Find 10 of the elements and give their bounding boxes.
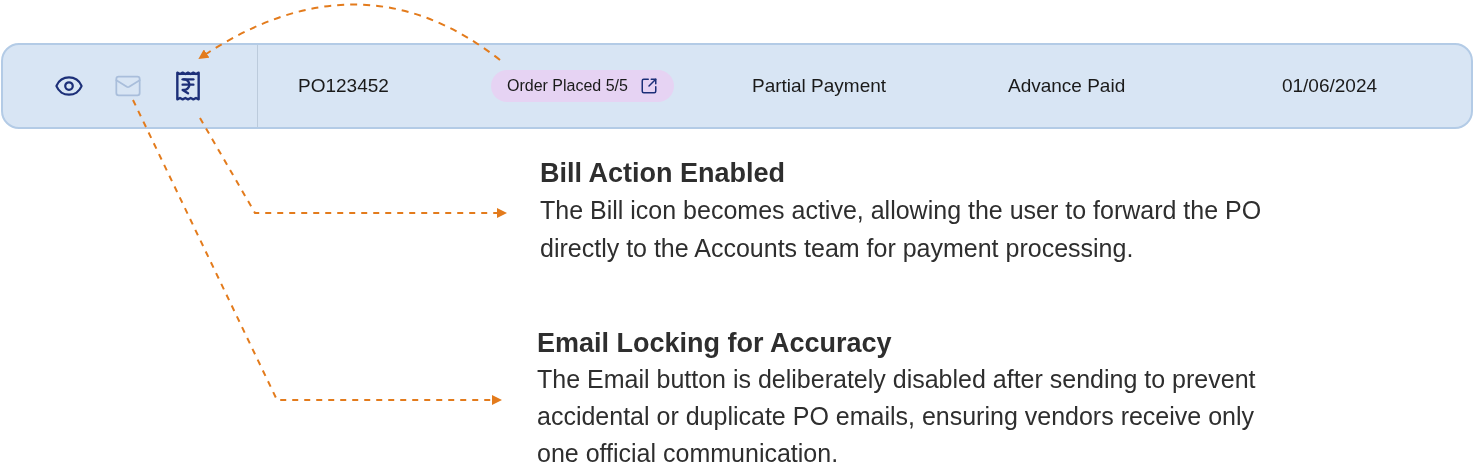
payment-status: Advance Paid xyxy=(1007,73,1127,98)
callout-text: The Bill icon becomes active, allowing the user to forward the PO directly to the Accounts team for payment processing. xyxy=(540,195,1263,264)
callout-title: Bill Action Enabled xyxy=(540,157,787,190)
external-link-icon[interactable] xyxy=(639,77,658,95)
payment-type: Partial Payment xyxy=(751,73,888,98)
status-badge[interactable]: Order Placed 5/5 xyxy=(491,70,674,102)
po-number: PO123452 xyxy=(298,73,390,98)
callout-title: Email Locking for Accuracy xyxy=(537,327,893,360)
callout-text: The Email button is deliberately disabled after sending to prevent accidental or duplicate PO emails, ensuring vendors receive only one official communication. xyxy=(537,364,1257,469)
date: 01/06/2024 xyxy=(1281,73,1378,98)
